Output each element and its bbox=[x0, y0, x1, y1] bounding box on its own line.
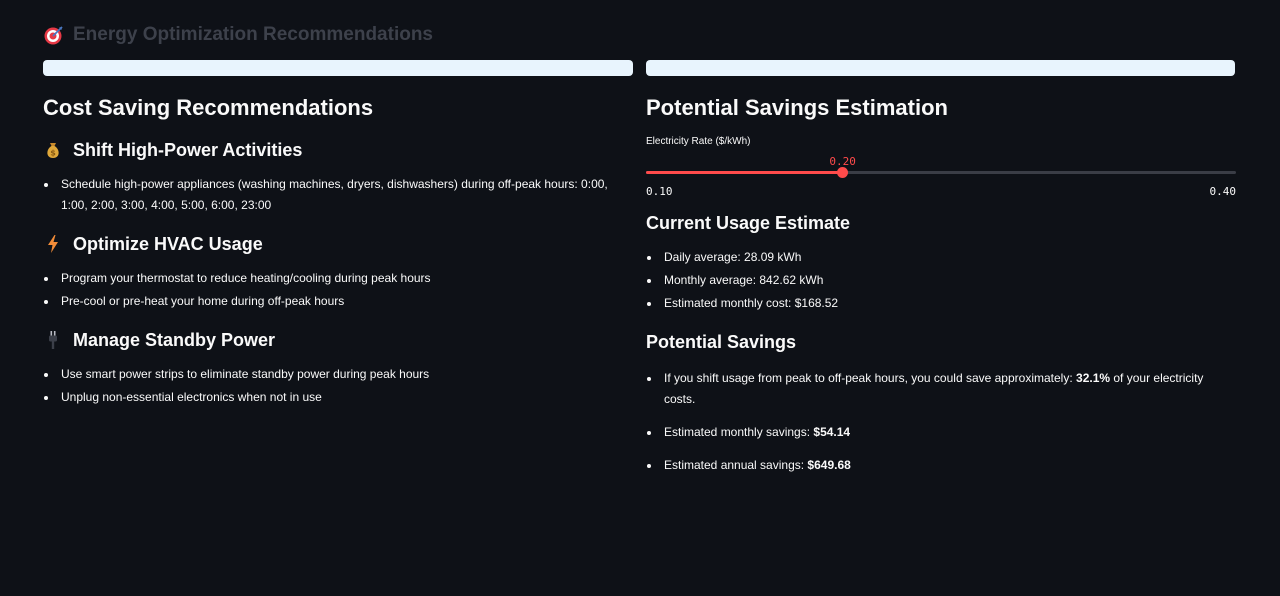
slider-thumb[interactable] bbox=[837, 167, 849, 178]
section-standby-title: Manage Standby Power bbox=[43, 328, 633, 352]
money-bag-icon: $ bbox=[47, 143, 59, 158]
monthly-savings-value: $54.14 bbox=[813, 425, 851, 439]
section-shift-title: $ Shift High-Power Activities bbox=[43, 138, 633, 162]
slider-max-label: 0.40 bbox=[1209, 185, 1237, 198]
section-hvac-title: Optimize HVAC Usage bbox=[43, 232, 633, 256]
list-item: Estimated monthly cost: $168.52 bbox=[646, 293, 1236, 314]
hvac-list: Program your thermostat to reduce heatin… bbox=[43, 268, 633, 312]
savings-list: If you shift usage from peak to off-peak… bbox=[646, 368, 1206, 476]
savings-text: Estimated monthly savings: bbox=[664, 425, 814, 439]
electricity-rate-slider[interactable]: 0.20 0.10 0.40 bbox=[646, 151, 1237, 198]
plug-icon bbox=[49, 331, 57, 349]
section-title-text: Shift High-Power Activities bbox=[73, 140, 303, 160]
slider-label: Electricity Rate ($/kWh) bbox=[646, 136, 751, 147]
list-item: Estimated monthly savings: $54.14 bbox=[646, 422, 1206, 443]
savings-text: Estimated annual savings: bbox=[664, 458, 808, 472]
list-item: Schedule high-power appliances (washing … bbox=[43, 174, 633, 216]
info-banner-left bbox=[43, 60, 633, 76]
page-title: Energy Optimization Recommendations bbox=[43, 24, 433, 46]
usage-list: Daily average: 28.09 kWh Monthly average… bbox=[646, 247, 1236, 314]
current-usage-heading: Current Usage Estimate bbox=[646, 213, 851, 233]
list-item: Use smart power strips to eliminate stan… bbox=[43, 364, 633, 385]
shift-list: Schedule high-power appliances (washing … bbox=[43, 174, 633, 216]
annual-savings-value: $649.68 bbox=[807, 458, 851, 472]
section-title-text: Optimize HVAC Usage bbox=[73, 234, 263, 254]
cost-saving-column: Cost Saving Recommendations $ Shift High… bbox=[43, 94, 633, 408]
standby-list: Use smart power strips to eliminate stan… bbox=[43, 364, 633, 408]
info-banner-right bbox=[646, 60, 1235, 76]
potential-savings-heading: Potential Savings bbox=[646, 332, 797, 352]
list-item: Daily average: 28.09 kWh bbox=[646, 247, 1236, 268]
savings-column: Potential Savings Estimation Electricity… bbox=[646, 94, 1236, 476]
list-item: If you shift usage from peak to off-peak… bbox=[646, 368, 1206, 410]
list-item: Pre-cool or pre-heat your home during of… bbox=[43, 291, 633, 312]
page: Energy Optimization Recommendations Cost… bbox=[0, 0, 1280, 596]
section-title-text: Manage Standby Power bbox=[73, 330, 276, 350]
target-icon bbox=[44, 26, 63, 45]
slider-fill bbox=[646, 171, 843, 174]
page-title-text: Energy Optimization Recommendations bbox=[73, 24, 433, 45]
savings-percent: 32.1% bbox=[1076, 371, 1111, 385]
cost-saving-heading: Cost Saving Recommendations bbox=[43, 95, 374, 120]
lightning-icon bbox=[48, 235, 58, 253]
list-item: Unplug non-essential electronics when no… bbox=[43, 387, 633, 408]
savings-text: If you shift usage from peak to off-peak… bbox=[664, 371, 1077, 385]
slider-min-label: 0.10 bbox=[646, 185, 673, 198]
list-item: Estimated annual savings: $649.68 bbox=[646, 455, 1206, 476]
savings-estimation-heading: Potential Savings Estimation bbox=[646, 95, 948, 120]
list-item: Program your thermostat to reduce heatin… bbox=[43, 268, 633, 289]
svg-text:$: $ bbox=[50, 149, 56, 158]
list-item: Monthly average: 842.62 kWh bbox=[646, 270, 1236, 291]
